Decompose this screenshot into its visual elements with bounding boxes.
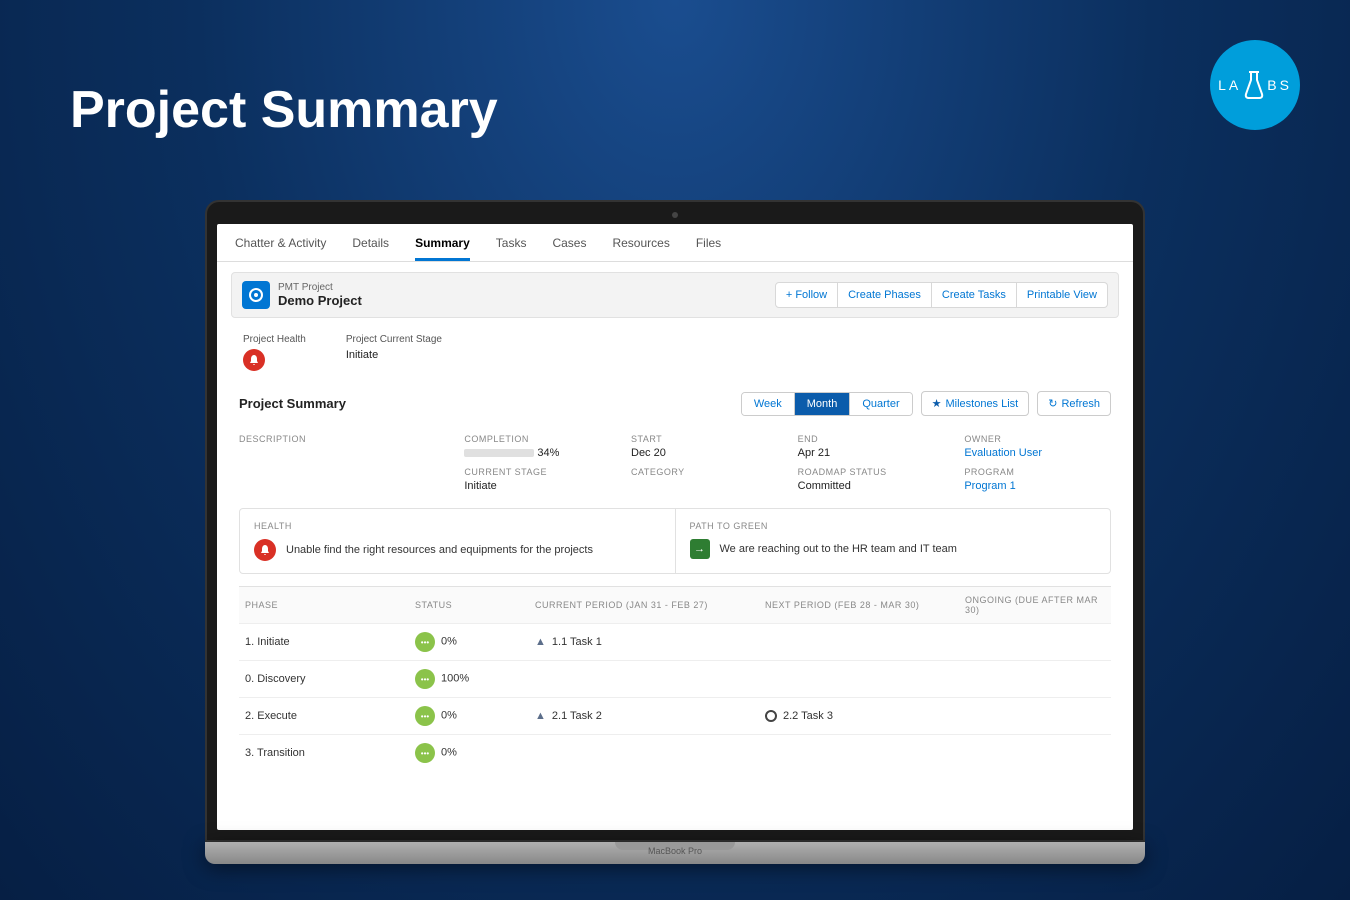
health-path-boxes: HEALTH Unable find the right resources a…	[239, 508, 1111, 574]
phase-pct: 0%	[441, 747, 457, 759]
roadmap-value: Committed	[798, 480, 945, 492]
laptop-model: MacBook Pro	[648, 846, 702, 856]
status-dots-icon: •••	[415, 706, 435, 726]
col-next: NEXT PERIOD (FEB 28 - MAR 30)	[765, 600, 965, 610]
star-icon: ★	[932, 397, 942, 410]
path-text: We are reaching out to the HR team and I…	[720, 543, 957, 555]
tab-files[interactable]: Files	[696, 236, 721, 261]
laptop-base: MacBook Pro	[205, 842, 1145, 864]
current-stage-value: Initiate	[346, 349, 442, 361]
phase-table: PHASE STATUS CURRENT PERIOD (JAN 31 - FE…	[239, 586, 1111, 771]
refresh-icon: ↻	[1048, 397, 1057, 410]
labs-badge: L A B S	[1210, 40, 1300, 130]
task-name: 2.2 Task 3	[783, 710, 833, 722]
current-stage-meta-value: Initiate	[464, 480, 611, 492]
tab-bar: Chatter & Activity Details Summary Tasks…	[217, 224, 1133, 262]
laptop-mockup: Chatter & Activity Details Summary Tasks…	[205, 200, 1145, 864]
program-link[interactable]: Program 1	[964, 480, 1111, 492]
current-stage-meta-label: CURRENT STAGE	[464, 467, 611, 477]
col-current: CURRENT PERIOD (JAN 31 - FEB 27)	[535, 600, 765, 610]
project-health-label: Project Health	[243, 334, 306, 345]
tab-resources[interactable]: Resources	[612, 236, 669, 261]
meta-grid: DESCRIPTION COMPLETION 34% CURRENT STAGE…	[217, 424, 1133, 508]
range-month[interactable]: Month	[794, 393, 850, 415]
current-stage-label: Project Current Stage	[346, 334, 442, 345]
bell-alert-icon	[254, 539, 276, 561]
phase-pct: 0%	[441, 710, 457, 722]
printable-view-button[interactable]: Printable View	[1017, 282, 1108, 308]
arrow-right-icon: →	[690, 539, 710, 559]
phase-row: 1. Initiate ••• 0% ▲ 1.1 Task 1	[239, 623, 1111, 660]
record-actions: + Follow Create Phases Create Tasks Prin…	[775, 282, 1108, 308]
status-dots-icon: •••	[415, 743, 435, 763]
record-header: PMT Project Demo Project + Follow Create…	[231, 272, 1119, 318]
description-label: DESCRIPTION	[239, 434, 444, 444]
phase-name: 2. Execute	[245, 710, 415, 722]
create-tasks-button[interactable]: Create Tasks	[932, 282, 1017, 308]
slide-title: Project Summary	[70, 80, 498, 140]
create-phases-button[interactable]: Create Phases	[838, 282, 932, 308]
project-icon	[242, 281, 270, 309]
sub-fields: Project Health Project Current Stage Ini…	[217, 328, 1133, 383]
phase-pct: 100%	[441, 673, 469, 685]
completion-label: COMPLETION	[464, 434, 611, 444]
col-ongoing: ONGOING (DUE AFTER MAR 30)	[965, 595, 1105, 615]
refresh-button[interactable]: ↻ Refresh	[1037, 391, 1111, 416]
roadmap-label: ROADMAP STATUS	[798, 467, 945, 477]
owner-link[interactable]: Evaluation User	[964, 447, 1111, 459]
completion-bar	[464, 449, 534, 457]
status-dots-icon: •••	[415, 632, 435, 652]
col-status: STATUS	[415, 600, 535, 610]
completion-pct: 34%	[537, 447, 559, 459]
range-quarter[interactable]: Quarter	[849, 393, 911, 415]
section-title: Project Summary	[239, 396, 346, 411]
follow-button[interactable]: + Follow	[775, 282, 838, 308]
milestones-button[interactable]: ★ Milestones List	[921, 391, 1030, 416]
path-box-label: PATH TO GREEN	[690, 521, 1097, 531]
category-label: CATEGORY	[631, 467, 778, 477]
owner-label: OWNER	[964, 434, 1111, 444]
phase-row: 2. Execute ••• 0% ▲ 2.1 Task 2 2.2 Task 3	[239, 697, 1111, 734]
camera-dot	[672, 212, 678, 218]
circle-empty-icon	[765, 710, 777, 722]
range-week[interactable]: Week	[742, 393, 794, 415]
app-screen: Chatter & Activity Details Summary Tasks…	[217, 224, 1133, 830]
tab-cases[interactable]: Cases	[552, 236, 586, 261]
health-box-label: HEALTH	[254, 521, 661, 531]
col-phase: PHASE	[245, 600, 415, 610]
phase-name: 0. Discovery	[245, 673, 415, 685]
status-dots-icon: •••	[415, 669, 435, 689]
end-value: Apr 21	[798, 447, 945, 459]
phase-pct: 0%	[441, 636, 457, 648]
task-name: 2.1 Task 2	[552, 710, 602, 722]
phase-name: 3. Transition	[245, 747, 415, 759]
warning-triangle-icon: ▲	[535, 636, 546, 648]
range-toggle: Week Month Quarter	[741, 392, 913, 416]
phase-row: 0. Discovery ••• 100%	[239, 660, 1111, 697]
warning-triangle-icon: ▲	[535, 710, 546, 722]
start-label: START	[631, 434, 778, 444]
program-label: PROGRAM	[964, 467, 1111, 477]
phase-name: 1. Initiate	[245, 636, 415, 648]
phase-row: 3. Transition ••• 0%	[239, 734, 1111, 771]
health-text: Unable find the right resources and equi…	[286, 544, 593, 556]
task-name: 1.1 Task 1	[552, 636, 602, 648]
bell-alert-icon	[243, 349, 265, 371]
flask-icon	[1243, 70, 1265, 100]
start-value: Dec 20	[631, 447, 778, 459]
tab-details[interactable]: Details	[352, 236, 389, 261]
tab-chatter[interactable]: Chatter & Activity	[235, 236, 326, 261]
end-label: END	[798, 434, 945, 444]
tab-tasks[interactable]: Tasks	[496, 236, 527, 261]
tab-summary[interactable]: Summary	[415, 236, 470, 261]
record-type: PMT Project	[278, 282, 362, 293]
record-name: Demo Project	[278, 293, 362, 308]
